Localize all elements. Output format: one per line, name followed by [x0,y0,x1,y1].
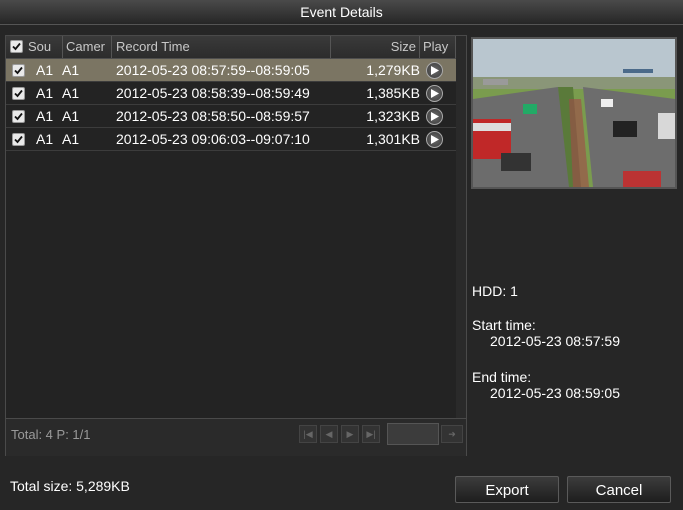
scrollbar[interactable] [456,36,466,455]
table-row[interactable]: A1 A1 2012-05-23 08:57:59--08:59:05 1,279KB [6,59,456,82]
table-row[interactable]: A1 A1 2012-05-23 08:58:50--08:59:57 1,323KB [6,105,456,128]
export-button[interactable]: Export [455,476,559,503]
play-icon[interactable] [426,108,443,125]
end-time-value: 2012-05-23 08:59:05 [490,385,620,401]
start-time-value: 2012-05-23 08:57:59 [490,333,620,349]
select-all-checkbox[interactable] [10,40,23,53]
row-checkbox[interactable] [12,64,25,77]
list-footer: Total: 4 P: 1/1 |◀ ◀ ▶ ▶| ➜ [6,418,466,456]
page-number-input[interactable] [387,423,439,445]
camera-cell: A1 [62,108,80,124]
record-time-cell: 2012-05-23 08:57:59--08:59:05 [116,62,310,78]
column-header-source[interactable]: Sou [6,36,63,58]
window-title: Event Details [0,0,683,25]
event-details-dialog: Sou Camer Record Time Size Play A1 A1 2012… [0,25,683,510]
total-size: Total size: 5,289KB [10,478,130,494]
page-info: Total: 4 P: 1/1 [11,427,91,442]
size-cell: 1,323KB [366,108,420,124]
hdd-label: HDD: 1 [472,283,518,299]
column-header-play[interactable]: Play [420,36,456,58]
camera-cell: A1 [62,62,80,78]
record-time-cell: 2012-05-23 09:06:03--09:07:10 [116,131,310,147]
record-time-cell: 2012-05-23 08:58:50--08:59:57 [116,108,310,124]
event-list: Sou Camer Record Time Size Play A1 A1 2012… [5,35,467,456]
source-cell: A1 [36,131,54,147]
row-checkbox[interactable] [12,110,25,123]
prev-page-icon[interactable]: ◀ [320,425,338,443]
table-header: Sou Camer Record Time Size Play [6,36,466,59]
record-time-cell: 2012-05-23 08:58:39--08:59:49 [116,85,310,101]
source-cell: A1 [36,108,54,124]
play-icon[interactable] [426,85,443,102]
size-cell: 1,385KB [366,85,420,101]
go-page-icon[interactable]: ➜ [441,425,463,443]
source-cell: A1 [36,62,54,78]
next-page-icon[interactable]: ▶ [341,425,359,443]
end-time-label: End time: [472,369,532,385]
size-cell: 1,279KB [366,62,420,78]
cancel-button[interactable]: Cancel [567,476,671,503]
size-cell: 1,301KB [366,131,420,147]
column-header-record-time[interactable]: Record Time [112,36,331,58]
camera-cell: A1 [62,85,80,101]
source-cell: A1 [36,85,54,101]
table-row[interactable]: A1 A1 2012-05-23 09:06:03--09:07:10 1,301KB [6,128,456,151]
first-page-icon[interactable]: |◀ [299,425,317,443]
table-row[interactable]: A1 A1 2012-05-23 08:58:39--08:59:49 1,385KB [6,82,456,105]
row-checkbox[interactable] [12,133,25,146]
last-page-icon[interactable]: ▶| [362,425,380,443]
start-time-label: Start time: [472,317,536,333]
column-header-camera[interactable]: Camer [63,36,112,58]
play-icon[interactable] [426,131,443,148]
column-header-size[interactable]: Size [331,36,420,58]
video-preview [471,37,677,189]
row-checkbox[interactable] [12,87,25,100]
camera-cell: A1 [62,131,80,147]
play-icon[interactable] [426,62,443,79]
